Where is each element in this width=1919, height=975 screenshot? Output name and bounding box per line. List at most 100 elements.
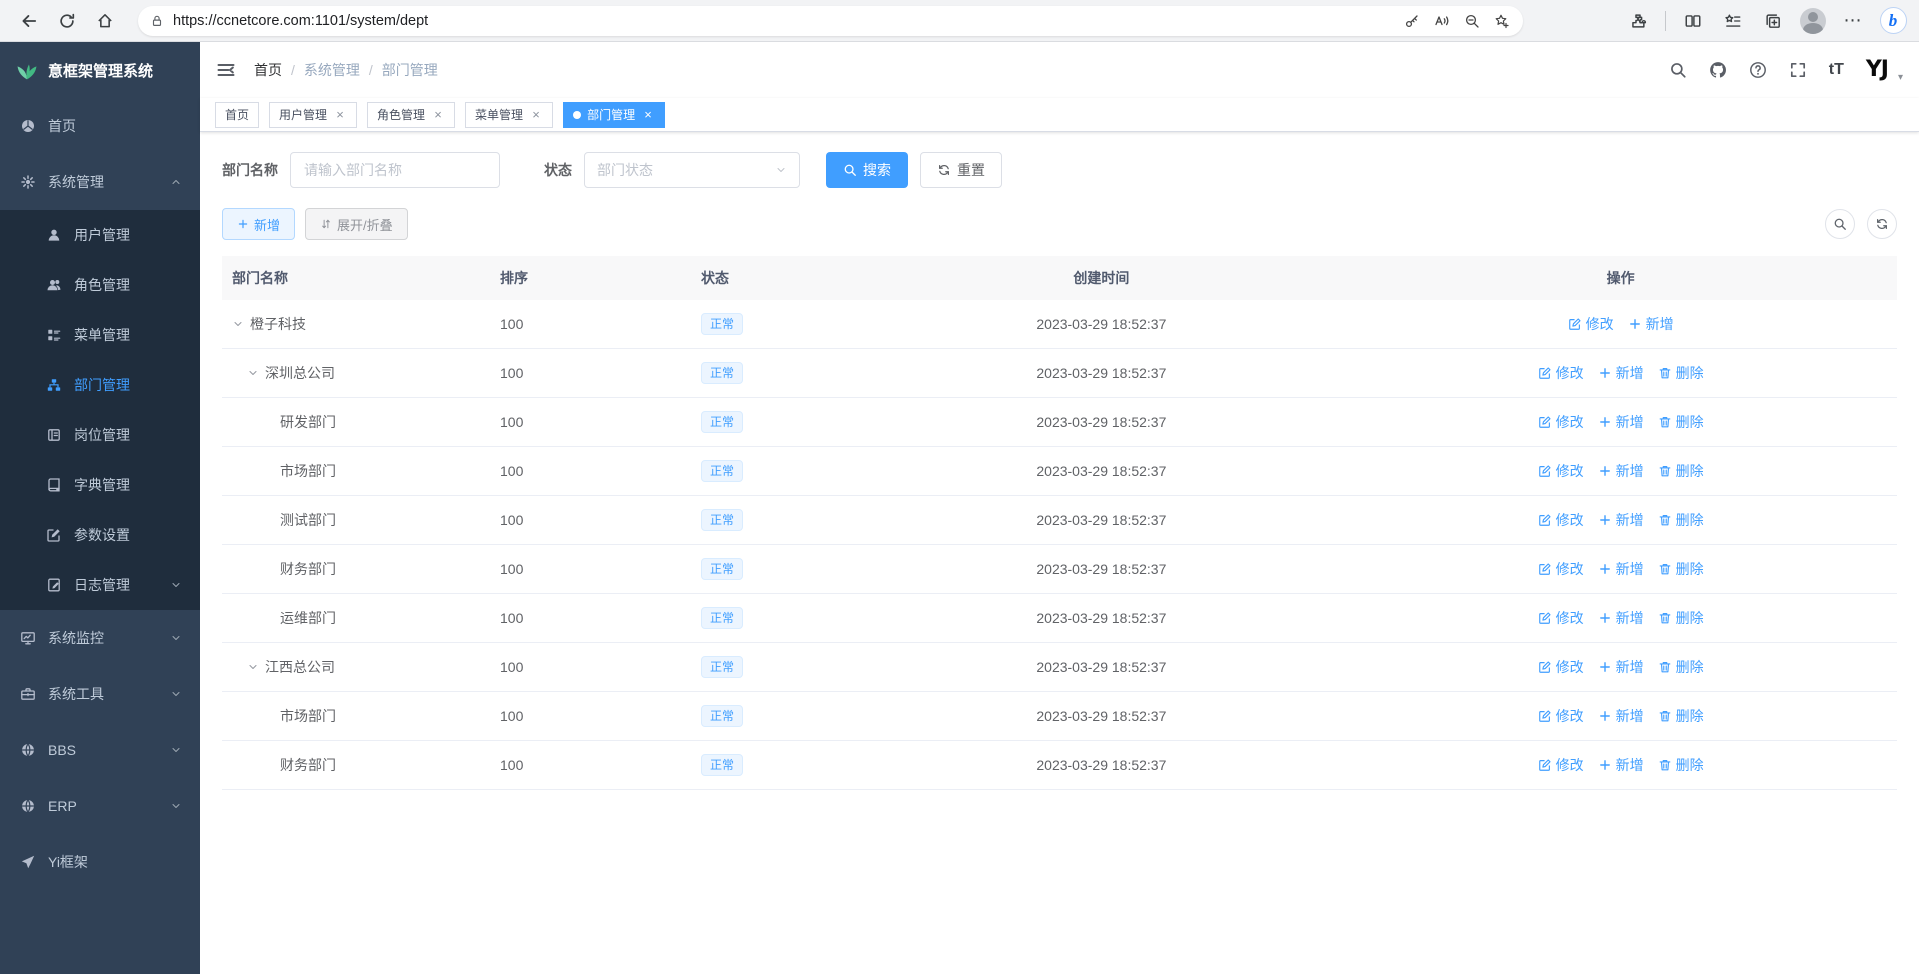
favorites-bar-icon[interactable]: [1717, 4, 1749, 38]
profile-avatar[interactable]: [1797, 4, 1829, 38]
add-link[interactable]: 新增: [1598, 412, 1644, 432]
add-link[interactable]: 新增: [1598, 706, 1644, 726]
split-screen-icon[interactable]: [1677, 4, 1709, 38]
browser-toolbar-right: ⋯ b: [1622, 4, 1909, 38]
search-button[interactable]: 搜索: [826, 152, 908, 188]
delete-link[interactable]: 删除: [1658, 510, 1704, 530]
expand-caret-icon[interactable]: [247, 367, 265, 379]
browser-home-button[interactable]: [86, 4, 124, 38]
app-logo[interactable]: 意框架管理系统: [0, 42, 200, 98]
refresh-table-button[interactable]: [1867, 209, 1897, 239]
cell-status: 正常: [691, 558, 859, 580]
edit-link[interactable]: 修改: [1538, 706, 1584, 726]
add-link[interactable]: 新增: [1598, 510, 1644, 530]
add-link[interactable]: 新增: [1628, 314, 1674, 334]
breadcrumb-home[interactable]: 首页: [254, 60, 282, 80]
sidebar-item-params[interactable]: 参数设置: [0, 510, 200, 560]
edit-link[interactable]: 修改: [1538, 461, 1584, 481]
user-avatar-logo[interactable]: YJ: [1866, 59, 1888, 81]
add-button[interactable]: 新增: [222, 208, 295, 240]
edit-link[interactable]: 修改: [1538, 657, 1584, 677]
fullscreen-icon[interactable]: [1789, 61, 1807, 79]
delete-link[interactable]: 删除: [1658, 706, 1704, 726]
tab-menus[interactable]: 菜单管理 ×: [465, 102, 553, 128]
status-badge: 正常: [701, 607, 743, 629]
edit-link[interactable]: 修改: [1568, 314, 1614, 334]
header-search-icon[interactable]: [1669, 61, 1687, 79]
tab-users[interactable]: 用户管理 ×: [269, 102, 357, 128]
close-icon[interactable]: ×: [333, 108, 347, 122]
status-select-placeholder: 部门状态: [597, 160, 653, 180]
delete-link[interactable]: 删除: [1658, 755, 1704, 775]
add-label: 新增: [1616, 706, 1644, 726]
collections-icon[interactable]: [1757, 4, 1789, 38]
add-link[interactable]: 新增: [1598, 608, 1644, 628]
sidebar-item-home[interactable]: 首页: [0, 98, 200, 154]
show-search-button[interactable]: [1825, 209, 1855, 239]
sidebar-item-dict[interactable]: 字典管理: [0, 460, 200, 510]
close-icon[interactable]: ×: [431, 108, 445, 122]
delete-link[interactable]: 删除: [1658, 608, 1704, 628]
delete-link[interactable]: 删除: [1658, 559, 1704, 579]
cell-status: 正常: [691, 411, 859, 433]
browser-back-button[interactable]: [10, 4, 48, 38]
favorite-star-icon[interactable]: [1487, 8, 1517, 34]
edit-link[interactable]: 修改: [1538, 363, 1584, 383]
text-size-icon[interactable]: tT: [1829, 61, 1844, 79]
sidebar-item-monitor[interactable]: 系统监控: [0, 610, 200, 666]
close-icon[interactable]: ×: [641, 108, 655, 122]
address-bar[interactable]: https://ccnetcore.com:1101/system/dept: [138, 6, 1523, 36]
reset-button[interactable]: 重置: [920, 152, 1002, 188]
sidebar-item-users[interactable]: 用户管理: [0, 210, 200, 260]
delete-link[interactable]: 删除: [1658, 412, 1704, 432]
password-key-icon[interactable]: [1397, 8, 1427, 34]
help-icon[interactable]: [1749, 61, 1767, 79]
sidebar-item-yiframework[interactable]: Yi框架: [0, 834, 200, 890]
browser-menu-icon[interactable]: ⋯: [1837, 4, 1869, 38]
edit-link[interactable]: 修改: [1538, 412, 1584, 432]
add-label: 新增: [1616, 412, 1644, 432]
sidebar-item-departments[interactable]: 部门管理: [0, 360, 200, 410]
sidebar-item-tools[interactable]: 系统工具: [0, 666, 200, 722]
edit-link[interactable]: 修改: [1538, 510, 1584, 530]
edit-link[interactable]: 修改: [1538, 608, 1584, 628]
avatar-caret-icon[interactable]: ▾: [1898, 72, 1903, 83]
browser-reload-button[interactable]: [48, 4, 86, 38]
delete-link[interactable]: 删除: [1658, 461, 1704, 481]
github-icon[interactable]: [1709, 61, 1727, 79]
sidebar-item-erp[interactable]: ERP: [0, 778, 200, 834]
status-select[interactable]: 部门状态: [584, 152, 800, 188]
sidebar-item-posts[interactable]: 岗位管理: [0, 410, 200, 460]
expand-caret-icon[interactable]: [232, 318, 250, 330]
sidebar-item-label: 日志管理: [74, 575, 130, 595]
add-link[interactable]: 新增: [1598, 461, 1644, 481]
dept-name-input[interactable]: [290, 152, 500, 188]
edit-link[interactable]: 修改: [1538, 559, 1584, 579]
hamburger-icon[interactable]: [216, 60, 236, 80]
tab-departments[interactable]: 部门管理 ×: [563, 102, 665, 128]
delete-link[interactable]: 删除: [1658, 657, 1704, 677]
zoom-out-icon[interactable]: [1457, 8, 1487, 34]
expand-caret-icon[interactable]: [247, 661, 265, 673]
expand-collapse-button[interactable]: 展开/折叠: [305, 208, 408, 240]
url-text[interactable]: https://ccnetcore.com:1101/system/dept: [173, 13, 1397, 29]
sidebar-item-system[interactable]: 系统管理: [0, 154, 200, 210]
add-link[interactable]: 新增: [1598, 363, 1644, 383]
add-link[interactable]: 新增: [1598, 559, 1644, 579]
cell-dept-name: 市场部门: [222, 461, 490, 481]
copilot-icon[interactable]: b: [1877, 4, 1909, 38]
sidebar-item-menus[interactable]: 菜单管理: [0, 310, 200, 360]
tab-label: 用户管理: [279, 106, 327, 123]
tab-home[interactable]: 首页: [215, 102, 259, 128]
edit-link[interactable]: 修改: [1538, 755, 1584, 775]
add-link[interactable]: 新增: [1598, 755, 1644, 775]
extensions-icon[interactable]: [1622, 4, 1654, 38]
add-link[interactable]: 新增: [1598, 657, 1644, 677]
sidebar-item-bbs[interactable]: BBS: [0, 722, 200, 778]
close-icon[interactable]: ×: [529, 108, 543, 122]
delete-link[interactable]: 删除: [1658, 363, 1704, 383]
sidebar-item-logs[interactable]: 日志管理: [0, 560, 200, 610]
read-aloud-icon[interactable]: [1427, 8, 1457, 34]
sidebar-item-roles[interactable]: 角色管理: [0, 260, 200, 310]
tab-roles[interactable]: 角色管理 ×: [367, 102, 455, 128]
